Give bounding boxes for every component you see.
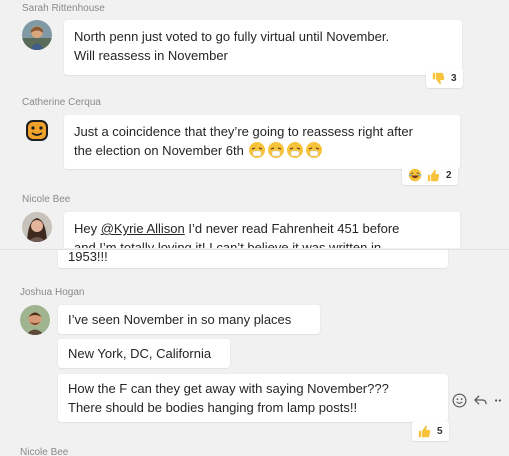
message-text: and I’m totally loving it! I can’t belie… <box>74 240 382 248</box>
mention-link[interactable]: @Kyrie Allison <box>101 221 185 236</box>
author-name: Catherine Cerqua <box>22 97 101 108</box>
reaction-count: 3 <box>451 72 457 84</box>
avatar[interactable] <box>22 212 52 242</box>
laughing-emoji-icon <box>408 168 422 182</box>
message-bubble[interactable]: I’ve seen November in so many places <box>58 305 320 334</box>
message-text: New York, DC, California <box>68 346 212 361</box>
reaction-count: 2 <box>446 169 452 181</box>
message-text: How the F can they get away with saying … <box>68 381 389 396</box>
reaction-count: 5 <box>437 425 443 437</box>
avatar[interactable] <box>22 20 52 50</box>
sneezing-emoji-icon <box>268 142 285 158</box>
reaction-chip[interactable]: 5 <box>412 421 449 441</box>
sneezing-emoji-icon <box>306 142 323 158</box>
author-name: Nicole Bee <box>22 194 71 205</box>
message-bubble[interactable]: 1953!!! <box>58 249 448 268</box>
message-text: North penn just voted to go fully virtua… <box>74 29 390 44</box>
message-bubble[interactable]: How the F can they get away with saying … <box>58 374 448 422</box>
message-text: I’d never read Fahrenheit 451 before <box>184 221 400 236</box>
message-bubble[interactable]: North penn just voted to go fully virtua… <box>64 20 462 75</box>
more-options-icon[interactable] <box>494 393 502 408</box>
sneezing-emoji-icon <box>249 142 266 158</box>
message-text: the election on November 6th <box>74 143 244 158</box>
sneezing-emoji-icon <box>287 142 304 158</box>
avatar[interactable] <box>22 115 52 145</box>
message-text: Just a coincidence that they’re going to… <box>74 124 413 139</box>
author-name: Joshua Hogan <box>20 287 85 298</box>
message-text: Will reassess in November <box>74 48 228 63</box>
message-text: 1953!!! <box>68 249 108 264</box>
reaction-chip[interactable]: 2 <box>402 165 458 185</box>
thumbs-up-icon <box>427 169 440 181</box>
chat-thread-bottom: 1953!!! Joshua Hogan I’ve seen November … <box>0 249 509 456</box>
message-text: Hey <box>74 221 101 236</box>
author-name: Sarah Rittenhouse <box>22 3 105 14</box>
smiley-icon[interactable] <box>452 393 467 408</box>
thumbs-up-icon <box>418 425 431 437</box>
message-bubble[interactable]: New York, DC, California <box>58 339 230 368</box>
message-bubble[interactable]: Just a coincidence that they’re going to… <box>64 115 460 169</box>
message-actions <box>452 393 502 408</box>
reaction-chip[interactable]: 3 <box>426 68 463 88</box>
avatar[interactable] <box>20 305 50 335</box>
message-bubble[interactable]: Hey @Kyrie Allison I’d never read Fahren… <box>64 212 460 248</box>
thumbs-down-icon <box>432 72 445 84</box>
message-text: I’ve seen November in so many places <box>68 312 292 327</box>
chat-thread-top: Sarah Rittenhouse North penn just voted … <box>0 0 509 248</box>
reply-icon[interactable] <box>473 393 488 408</box>
message-text: There should be bodies hanging from lamp… <box>68 400 358 415</box>
